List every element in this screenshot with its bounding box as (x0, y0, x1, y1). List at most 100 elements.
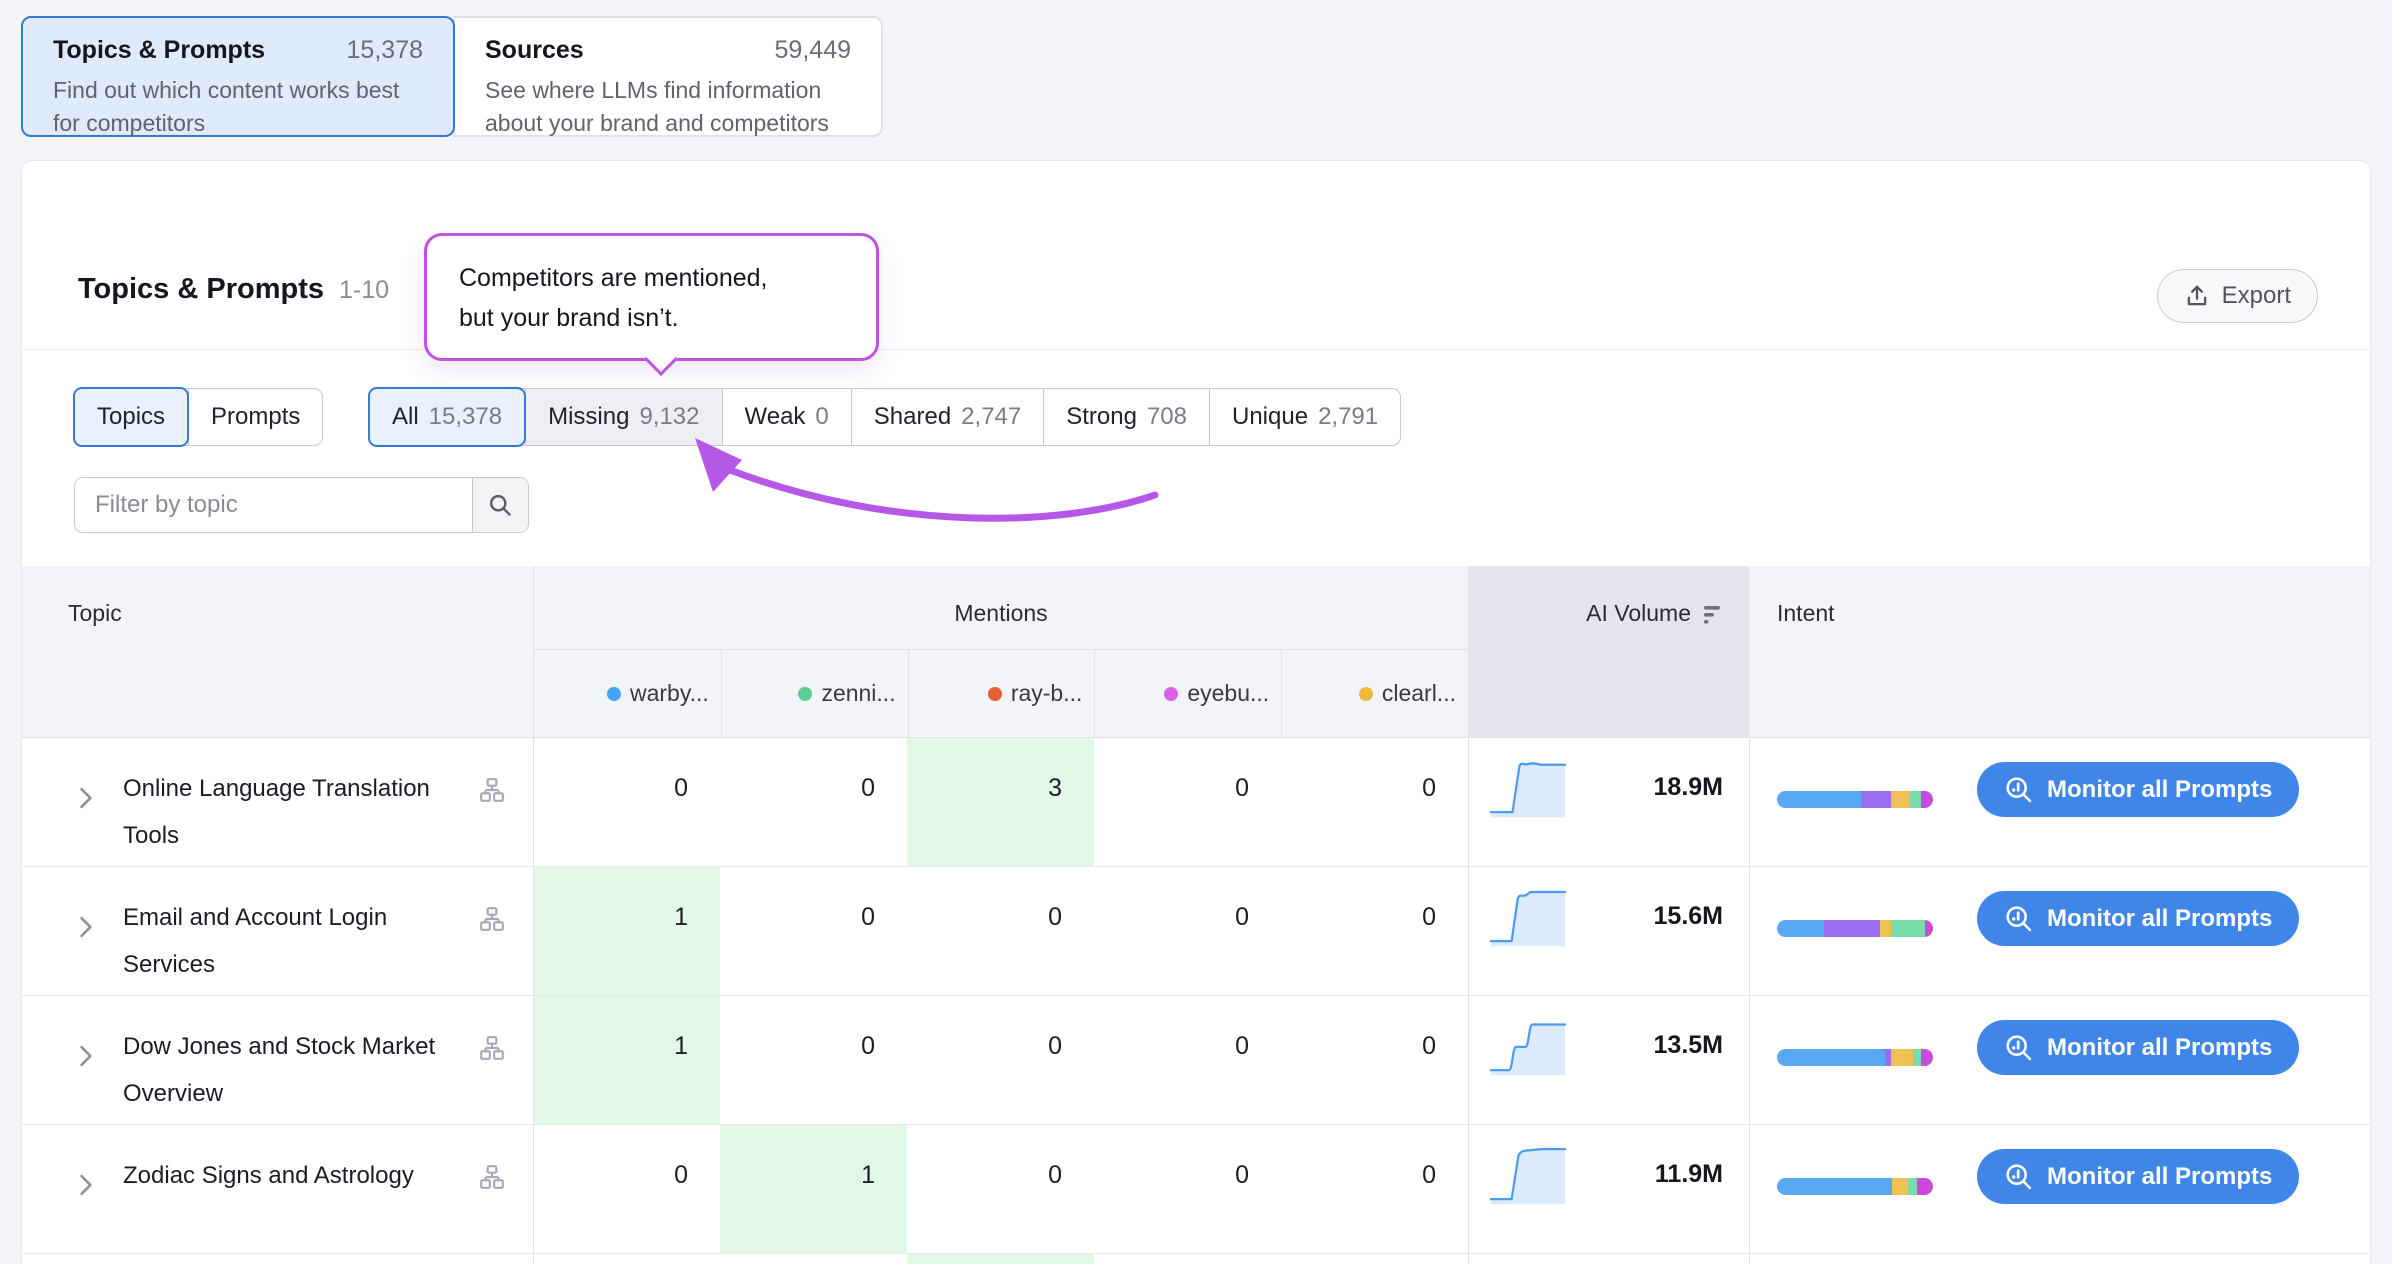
column-topic[interactable]: Topic (22, 566, 533, 737)
tab-topics[interactable]: Topics (73, 387, 189, 447)
subtopics-icon[interactable] (479, 1030, 505, 1077)
topic-name[interactable]: Email and Account Login Services (123, 904, 387, 978)
mention-cell: 0 (1094, 738, 1281, 866)
competitor-dot (607, 687, 621, 701)
filter-missing[interactable]: Missing9,132 (525, 389, 721, 445)
topics-prompts-panel: Topics & Prompts 1-10 Export Topics Prom… (21, 160, 2371, 1264)
mention-cell: 0 (907, 1125, 1094, 1253)
mention-cell: 1 (533, 867, 720, 995)
column-competitor-zenni[interactable]: zenni... (721, 650, 908, 737)
ai-volume-value: 18.9M (1654, 773, 1723, 802)
intent-cell: Monitor all Prompts (1749, 738, 2371, 866)
mention-cell: 1 (720, 1125, 907, 1253)
monitor-magnifier-icon (2004, 904, 2034, 934)
competitor-dot (798, 687, 812, 701)
filter-weak[interactable]: Weak0 (722, 389, 851, 445)
mention-cell: 0 (1281, 867, 1468, 995)
monitor-all-prompts-button[interactable]: Monitor all Prompts (1977, 1020, 2299, 1075)
topic-filter (74, 477, 529, 533)
topic-cell: Dow Jones and Stock Market Overview (22, 996, 533, 1124)
card-description: Find out which content works best for co… (53, 74, 421, 139)
mention-filter-group: All15,378 Missing9,132 Weak0 Shared2,747… (369, 388, 1401, 446)
tab-prompts[interactable]: Prompts (188, 389, 322, 445)
topic-name[interactable]: Zodiac Signs and Astrology (123, 1162, 414, 1189)
card-title: Topics & Prompts (53, 36, 265, 65)
competitor-dot (988, 687, 1002, 701)
pagination-range: 1-10 (339, 276, 389, 305)
monitor-all-prompts-button[interactable]: Monitor all Prompts (1977, 762, 2299, 817)
ai-volume-cell: 11.9M (1468, 1125, 1749, 1253)
column-mentions: Mentions (534, 566, 1468, 650)
expand-chevron-icon[interactable] (79, 778, 93, 825)
mention-cell: 0 (1281, 738, 1468, 866)
monitor-all-prompts-button[interactable]: Monitor all Prompts (1977, 891, 2299, 946)
intent-cell: Monitor all Prompts (1749, 867, 2371, 995)
header-divider (22, 349, 2370, 350)
column-competitor-eyebu[interactable]: eyebu... (1094, 650, 1281, 737)
export-icon (2184, 283, 2210, 309)
trend-sparkline (1483, 1015, 1573, 1077)
panel-title: Topics & Prompts (78, 273, 324, 306)
column-competitor-rayb[interactable]: ray-b... (908, 650, 1095, 737)
monitor-all-prompts-button[interactable]: Monitor all Prompts (1977, 1149, 2299, 1204)
card-sources[interactable]: Sources 59,449 See where LLMs find infor… (453, 16, 883, 137)
ai-volume-value: 15.6M (1654, 902, 1723, 931)
trend-sparkline (1483, 1144, 1573, 1206)
mention-cell: 0 (1094, 1125, 1281, 1253)
mention-cell: 0 (1094, 996, 1281, 1124)
expand-chevron-icon[interactable] (79, 1165, 93, 1212)
mention-cell: 0 (720, 996, 907, 1124)
intent-bar (1777, 920, 1933, 937)
competitor-dot (1164, 687, 1178, 701)
table-row[interactable]: Zodiac Signs and Astrology 0 1 0 0 0 11.… (22, 1125, 2371, 1254)
intent-cell: Monitor all Prompts (1749, 1125, 2371, 1253)
report-cards: Topics & Prompts 15,378 Find out which c… (21, 16, 883, 137)
monitor-magnifier-icon (2004, 775, 2034, 805)
table-row[interactable]: Online Language Translation Tools 0 0 3 … (22, 738, 2371, 867)
annotation-tooltip: Competitors are mentioned, but your bran… (424, 233, 879, 361)
filter-strong[interactable]: Strong708 (1043, 389, 1209, 445)
filter-shared[interactable]: Shared2,747 (851, 389, 1043, 445)
search-icon (487, 492, 514, 519)
topic-filter-input[interactable] (75, 478, 472, 532)
subtopics-icon[interactable] (479, 772, 505, 819)
topic-name[interactable]: Dow Jones and Stock Market Overview (123, 1033, 435, 1107)
expand-chevron-icon[interactable] (79, 1036, 93, 1083)
page: Topics & Prompts 15,378 Find out which c… (0, 0, 2392, 1264)
ai-volume-value: 13.5M (1654, 1031, 1723, 1060)
table-row[interactable]: Dow Jones and Stock Market Overview 1 0 … (22, 996, 2371, 1125)
export-button[interactable]: Export (2157, 269, 2318, 323)
mention-cell: 3 (907, 738, 1094, 866)
mention-cell: 0 (1094, 867, 1281, 995)
filter-all[interactable]: All15,378 (368, 387, 526, 447)
column-ai-volume[interactable]: AI Volume (1468, 566, 1749, 737)
trend-sparkline (1483, 757, 1573, 819)
search-button[interactable] (472, 478, 528, 532)
mention-cell: 1 (533, 996, 720, 1124)
mention-cell: 0 (1281, 1125, 1468, 1253)
competitor-dot (1359, 687, 1373, 701)
card-topics-prompts[interactable]: Topics & Prompts 15,378 Find out which c… (21, 16, 455, 137)
column-competitor-clearl[interactable]: clearl... (1281, 650, 1468, 737)
subtopics-icon[interactable] (479, 901, 505, 948)
intent-bar (1777, 1049, 1933, 1066)
mention-cell: 0 (907, 867, 1094, 995)
expand-chevron-icon[interactable] (79, 907, 93, 954)
annotation-text-line1: Competitors are mentioned, (459, 258, 876, 298)
table-row-partial (22, 1254, 2371, 1264)
sort-descending-icon (1701, 603, 1725, 627)
table-row[interactable]: Email and Account Login Services 1 0 0 0… (22, 867, 2371, 996)
card-count: 59,449 (775, 36, 851, 65)
column-competitor-warby[interactable]: warby... (534, 650, 721, 737)
card-description: See where LLMs find information about yo… (485, 74, 851, 139)
mention-cell: 0 (720, 867, 907, 995)
annotation-text-line2: but your brand isn’t. (459, 298, 876, 338)
trend-sparkline (1483, 886, 1573, 948)
topic-cell: Email and Account Login Services (22, 867, 533, 995)
ai-volume-cell: 13.5M (1468, 996, 1749, 1124)
topic-cell: Zodiac Signs and Astrology (22, 1125, 533, 1253)
subtopics-icon[interactable] (479, 1159, 505, 1206)
topics-table: Topic Mentions warby... zenni... ray-b..… (22, 566, 2371, 1264)
topic-name[interactable]: Online Language Translation Tools (123, 775, 430, 849)
filter-unique[interactable]: Unique2,791 (1209, 389, 1400, 445)
